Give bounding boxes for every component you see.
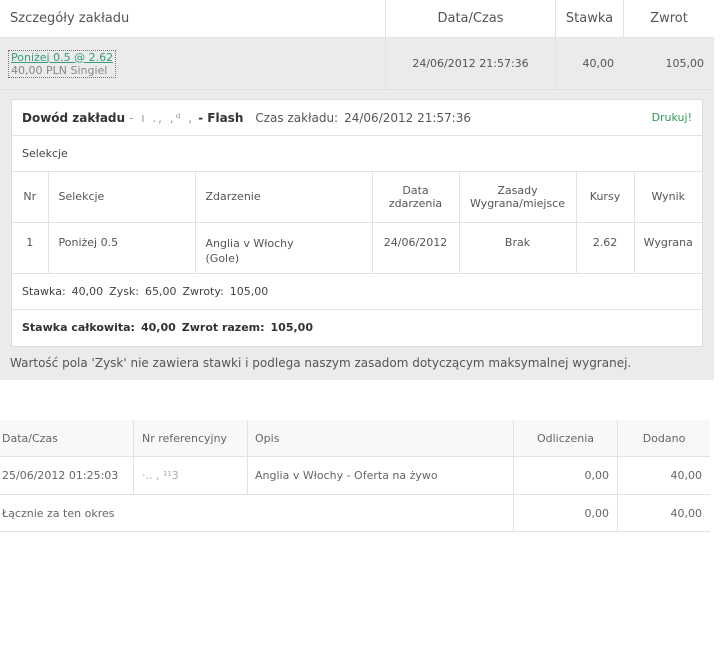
col-event: Zdarzenie	[195, 172, 373, 223]
col-event-date: Data zdarzenia	[372, 172, 460, 223]
row-event-date: 24/06/2012	[372, 222, 460, 274]
col-rules: Zasady Wygrana/miejsce	[459, 172, 577, 223]
returns-label: Zwroty:	[182, 284, 224, 298]
tx-col-added: Dodano	[642, 431, 686, 445]
stake-line: Stawka: 40,00 Zysk: 65,00 Zwroty: 105,00	[12, 274, 702, 310]
stake-label: Stawka:	[22, 284, 66, 298]
bet-selection-text[interactable]: Poniżej 0.5 @ 2.62	[11, 51, 113, 64]
profit-note: Wartość pola 'Zysk' nie zawiera stawki i…	[0, 346, 714, 380]
bet-return: 105,00	[665, 57, 705, 70]
header-bet-details: Szczegóły zakładu	[0, 0, 386, 37]
bet-type-text[interactable]: 40,00 PLN Singiel	[11, 64, 113, 77]
col-selection: Selekcje	[48, 172, 196, 223]
row-event: Anglia v Włochy (Gole)	[195, 222, 373, 274]
total-return-label: Zwrot razem:	[181, 321, 265, 334]
bet-proof-header: Dowód zakładu - ı ., ,ᵈ , - Flash Czas z…	[12, 100, 702, 136]
profit-label: Zysk:	[109, 284, 140, 298]
tx-deductions: 0,00	[514, 457, 618, 494]
tx-col-desc: Opis	[248, 420, 514, 456]
bet-proof-title: Dowód zakładu	[22, 110, 126, 125]
transactions-header-row: Data/Czas Nr referencyjny Opis Odliczeni…	[0, 420, 710, 457]
stake-value: 40,00	[71, 284, 104, 298]
tx-added: 40,00	[670, 469, 703, 482]
row-odds: 2.62	[576, 222, 635, 274]
tx-ref: ·.. , ¹¹3	[134, 457, 248, 494]
bet-link[interactable]: Poniżej 0.5 @ 2.62 40,00 PLN Singiel	[8, 49, 117, 78]
total-stake-value: 40,00	[140, 321, 176, 334]
header-return: Zwrot	[650, 11, 688, 26]
bet-time-value: 24/06/2012 21:57:36	[344, 110, 471, 125]
totals-line: Stawka całkowita: 40,00 Zwrot razem: 105…	[12, 310, 702, 346]
transaction-row: 25/06/2012 01:25:03 ·.. , ¹¹3 Anglia v W…	[0, 457, 710, 495]
bet-summary-row: Poniżej 0.5 @ 2.62 40,00 PLN Singiel 24/…	[0, 38, 714, 90]
transactions-total-row: Łącznie za ten okres 0,00 40,00	[0, 495, 710, 532]
col-odds: Kursy	[576, 172, 635, 223]
tx-total-label: Łącznie za ten okres	[0, 495, 514, 531]
tx-total-deductions: 0,00	[514, 495, 618, 531]
transactions-table: Data/Czas Nr referencyjny Opis Odliczeni…	[0, 420, 710, 532]
tx-desc: Anglia v Włochy - Oferta na żywo	[248, 457, 514, 494]
tx-datetime: 25/06/2012 01:25:03	[0, 457, 134, 494]
bet-stake: 40,00	[582, 57, 615, 70]
tx-total-added: 40,00	[670, 506, 703, 520]
tx-col-ref: Nr referencyjny	[134, 420, 248, 456]
bet-details-section: Szczegóły zakładu Data/Czas Stawka Zwrot…	[0, 0, 714, 380]
bet-summary-header: Szczegóły zakładu Data/Czas Stawka Zwrot	[0, 0, 714, 38]
bet-datetime: 24/06/2012 21:57:36	[386, 38, 556, 89]
bet-time-label: Czas zakładu:	[255, 110, 339, 125]
row-nr: 1	[12, 222, 49, 274]
tx-col-datetime: Data/Czas	[0, 420, 134, 456]
row-selection: Poniżej 0.5	[48, 222, 196, 274]
row-result: Wygrana	[634, 222, 702, 274]
header-stake: Stawka	[556, 0, 624, 37]
total-return-value: 105,00	[270, 321, 313, 334]
header-datetime: Data/Czas	[386, 0, 556, 37]
selections-label: Selekcje	[12, 136, 702, 172]
bet-proof-panel: Dowód zakładu - ı ., ,ᵈ , - Flash Czas z…	[11, 99, 703, 347]
tx-col-deductions: Odliczenia	[514, 420, 618, 456]
selections-header-row: Nr Selekcje Zdarzenie Data zdarzenia Zas…	[12, 172, 702, 223]
bet-link-cell: Poniżej 0.5 @ 2.62 40,00 PLN Singiel	[0, 38, 386, 89]
col-nr: Nr	[12, 172, 49, 223]
profit-value: 65,00	[145, 284, 177, 298]
print-link[interactable]: Drukuj!	[652, 111, 692, 124]
selections-table: Nr Selekcje Zdarzenie Data zdarzenia Zas…	[12, 172, 702, 274]
bet-proof-product: - Flash	[198, 110, 244, 125]
selection-row: 1 Poniżej 0.5 Anglia v Włochy (Gole) 24/…	[12, 222, 702, 274]
total-stake-label: Stawka całkowita:	[22, 321, 135, 334]
bet-proof-masked-id: - ı ., ,ᵈ ,	[129, 110, 195, 125]
returns-value: 105,00	[229, 284, 269, 298]
col-result: Wynik	[634, 172, 702, 223]
row-rules: Brak	[459, 222, 577, 274]
